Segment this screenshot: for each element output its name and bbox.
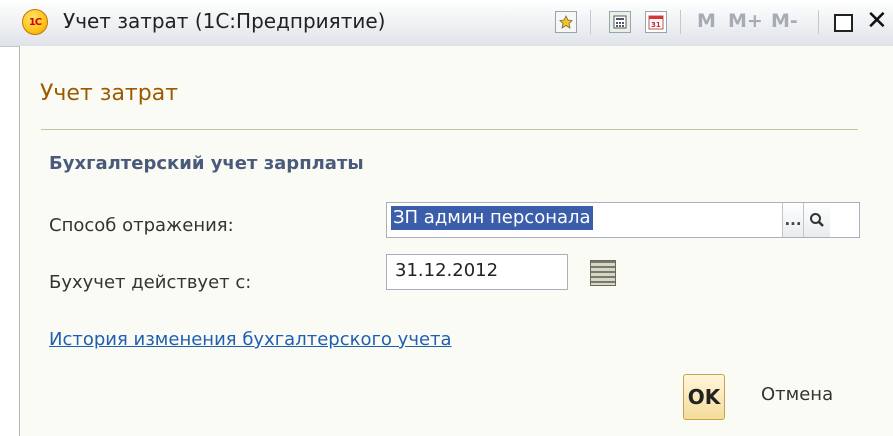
memory-plus-button[interactable]: M+ — [728, 10, 763, 32]
calendar-icon[interactable] — [590, 260, 616, 286]
accounting-history-link[interactable]: История изменения бухгалтерского учета — [49, 329, 452, 350]
accounting-date-value[interactable]: 31.12.2012 — [395, 260, 498, 281]
memory-button[interactable]: M — [697, 10, 716, 32]
calculator-icon[interactable] — [609, 11, 631, 33]
favorite-icon[interactable] — [555, 11, 577, 33]
cancel-button[interactable]: Отмена — [761, 384, 833, 405]
window-title: Учет затрат (1С:Предприятие) — [63, 9, 386, 33]
reflection-method-field[interactable]: ЗП админ персонала ... — [386, 202, 860, 238]
title-divider — [41, 129, 858, 130]
calendar-icon[interactable]: 31 — [645, 11, 667, 33]
title-bar: 1С Учет затрат (1С:Предприятие) 31 M M+ … — [0, 0, 893, 47]
memory-minus-button[interactable]: M- — [771, 10, 798, 32]
ok-button[interactable]: OK — [683, 374, 725, 420]
reflection-method-label: Способ отражения: — [49, 215, 234, 236]
toolbar-separator — [680, 10, 681, 34]
dialog-body: Учет затрат Бухгалтерский учет зарплаты … — [19, 46, 893, 436]
dialog-title: Учет затрат — [40, 81, 179, 106]
toolbar-separator — [818, 10, 819, 34]
reflection-method-value[interactable]: ЗП админ персонала — [391, 206, 593, 230]
search-icon[interactable] — [803, 203, 830, 237]
choose-button[interactable]: ... — [782, 203, 803, 237]
toolbar-separator — [590, 10, 591, 34]
section-title: Бухгалтерский учет зарплаты — [49, 153, 364, 174]
accounting-date-field[interactable]: 31.12.2012 — [386, 254, 568, 290]
svg-text:31: 31 — [651, 21, 661, 29]
accounting-date-label: Бухучет действует с: — [49, 272, 252, 293]
close-icon[interactable]: ✕ — [866, 6, 888, 36]
app-logo-icon: 1С — [22, 9, 48, 35]
maximize-icon[interactable] — [834, 14, 853, 32]
